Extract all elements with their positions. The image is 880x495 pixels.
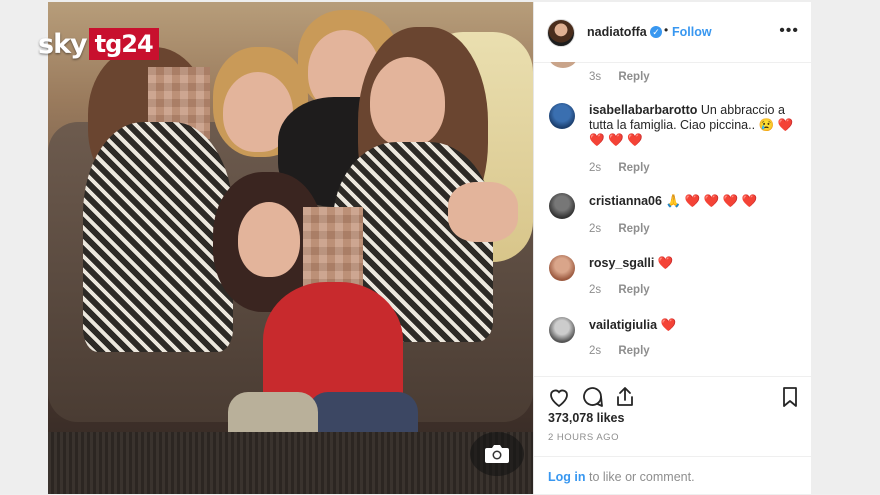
comment-username[interactable]: isabellabarbarotto bbox=[589, 103, 697, 117]
verified-badge-icon: ✓ bbox=[650, 26, 662, 38]
login-prompt: Log in to like or comment. bbox=[548, 470, 695, 484]
comment-text: ❤️ bbox=[654, 256, 674, 270]
instagram-post-panel: nadiatoffa ✓ • Follow ••• 3s Reply isabe… bbox=[533, 2, 811, 494]
post-timestamp: 2 HOURS AGO bbox=[548, 432, 619, 443]
reply-button[interactable]: Reply bbox=[618, 223, 649, 235]
share-icon[interactable] bbox=[613, 385, 637, 409]
comment-username[interactable]: rosy_sgalli bbox=[589, 256, 654, 270]
author-avatar[interactable] bbox=[547, 19, 575, 47]
separator-dot: • bbox=[664, 23, 669, 37]
comment-meta: 2s Reply bbox=[589, 284, 650, 296]
post-photo bbox=[48, 2, 533, 494]
person-dress bbox=[83, 122, 233, 352]
comments-list: 3s Reply isabellabarbarotto Un abbraccio… bbox=[534, 62, 811, 374]
follow-button[interactable]: Follow bbox=[672, 25, 712, 39]
login-bar: Log in to like or comment. bbox=[534, 456, 811, 495]
comment-body: vailatigiulia ❤️ bbox=[589, 318, 804, 333]
reply-button[interactable]: Reply bbox=[618, 71, 649, 83]
comment-age: 2s bbox=[589, 223, 602, 235]
sky-logo-text: sky bbox=[38, 28, 88, 60]
login-suffix: to like or comment. bbox=[585, 470, 695, 484]
comment-username[interactable]: cristianna06 bbox=[589, 194, 662, 208]
person-face bbox=[238, 202, 300, 277]
comment-age: 3s bbox=[589, 71, 602, 83]
more-options-icon[interactable]: ••• bbox=[779, 22, 799, 40]
comment-body: isabellabarbarotto Un abbraccio a tutta … bbox=[589, 103, 804, 148]
sky-tg24-logo: sky tg24 bbox=[38, 28, 159, 60]
blurred-face bbox=[303, 207, 363, 287]
camera-icon bbox=[485, 445, 509, 463]
reply-button[interactable]: Reply bbox=[618, 162, 649, 174]
comment-meta: 2s Reply bbox=[589, 345, 650, 357]
comment-text: 🙏 ❤️ ❤️ ❤️ ❤️ bbox=[661, 194, 758, 208]
comment-icon[interactable] bbox=[580, 385, 604, 409]
waving-hand bbox=[448, 182, 518, 242]
comment-text: ❤️ bbox=[657, 318, 677, 332]
login-link[interactable]: Log in bbox=[548, 470, 586, 484]
commenter-avatar[interactable] bbox=[549, 317, 575, 343]
author-username[interactable]: nadiatoffa bbox=[587, 25, 647, 39]
post-header: nadiatoffa ✓ • Follow ••• bbox=[534, 2, 811, 63]
comment-meta: 2s Reply bbox=[589, 162, 650, 174]
video-frame: sky tg24 nadiatoffa ✓ • Follow ••• 3s Re… bbox=[0, 0, 880, 494]
comment-meta: 2s Reply bbox=[589, 223, 650, 235]
comment-age: 2s bbox=[589, 162, 602, 174]
commenter-avatar[interactable] bbox=[549, 103, 575, 129]
commenter-avatar[interactable] bbox=[549, 255, 575, 281]
tg24-logo-text: tg24 bbox=[88, 28, 159, 60]
commenter-avatar[interactable] bbox=[549, 193, 575, 219]
comment-meta: 3s Reply bbox=[589, 71, 650, 83]
heart-icon[interactable] bbox=[547, 385, 571, 409]
person-face bbox=[370, 57, 445, 147]
comment-body: cristianna06 🙏 ❤️ ❤️ ❤️ ❤️ bbox=[589, 194, 804, 209]
post-actions: 373,078 likes 2 HOURS AGO bbox=[534, 376, 811, 457]
camera-button[interactable] bbox=[470, 432, 524, 476]
comment-age: 2s bbox=[589, 284, 602, 296]
reply-button[interactable]: Reply bbox=[618, 284, 649, 296]
bookmark-icon[interactable] bbox=[778, 385, 802, 409]
reply-button[interactable]: Reply bbox=[618, 345, 649, 357]
rug bbox=[48, 432, 533, 494]
comment-username[interactable]: vailatigiulia bbox=[589, 318, 657, 332]
commenter-avatar[interactable] bbox=[549, 62, 577, 68]
comment-age: 2s bbox=[589, 345, 602, 357]
comment-body: rosy_sgalli ❤️ bbox=[589, 256, 804, 271]
likes-count[interactable]: 373,078 likes bbox=[548, 411, 624, 425]
